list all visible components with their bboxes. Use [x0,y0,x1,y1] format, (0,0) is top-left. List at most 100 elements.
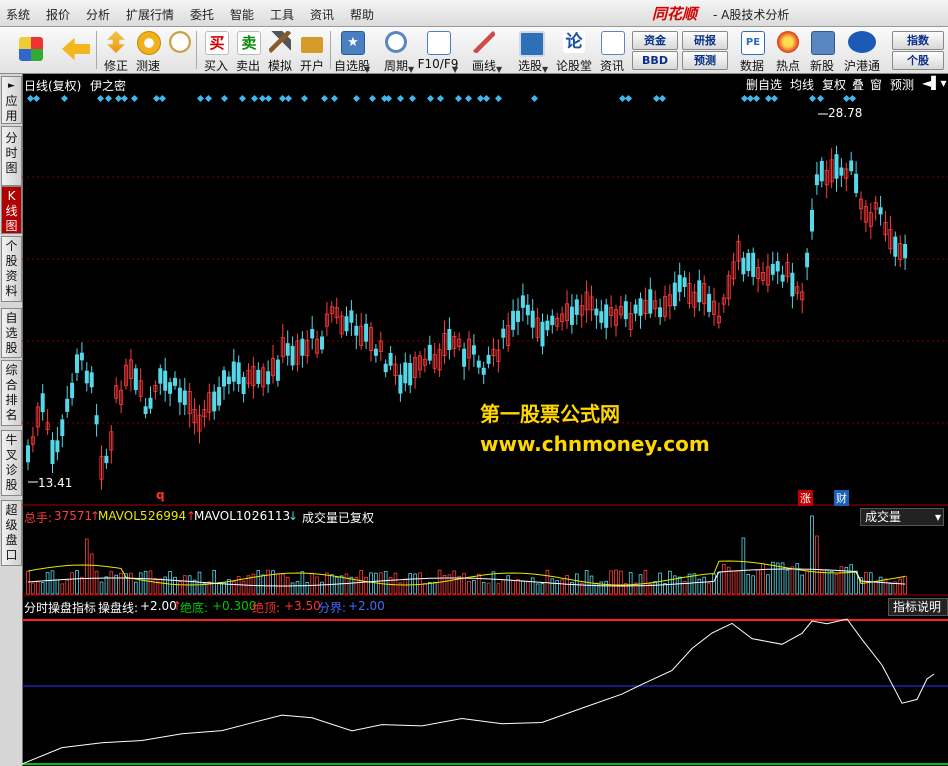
research-button[interactable]: 研报 [682,31,728,50]
signal-diamond [436,94,445,103]
candle-body [462,348,467,367]
finance-marker[interactable]: 财 [834,490,849,506]
menu-extended[interactable]: 扩展行情 [126,6,174,23]
index-button[interactable]: 指数 [892,31,944,50]
candle-body [221,370,226,387]
candle-body [530,310,535,328]
menu-quote[interactable]: 报价 [46,6,70,23]
news-button[interactable]: 资讯 [596,29,628,73]
candle-body [486,354,491,364]
menu-smart[interactable]: 智能 [230,6,254,23]
menu-news[interactable]: 资讯 [310,6,334,23]
menu-analysis[interactable]: 分析 [86,6,110,23]
menu-system[interactable]: 系统 [6,6,30,23]
chevron-down-icon[interactable]: ▼ [496,65,502,74]
window-button[interactable]: 窗 [870,76,882,93]
candle-body [241,376,246,395]
signal-diamond [96,94,105,103]
layout-button[interactable] [14,29,46,71]
chevron-down-icon[interactable]: ▼ [542,65,548,74]
stock-button[interactable]: 个股 [892,51,944,70]
sidebar-tab-intraday[interactable]: 分时图 [1,126,22,186]
window-title: - A股技术分析 [713,8,790,22]
volume-bar [873,581,878,595]
chart-area[interactable]: 日线(复权) 伊之密 删自选 均线 复权 叠 窗 预测 ◄▌▾ 28.78 13… [22,74,948,766]
sidebar-tab-apps[interactable]: ► 应用 [1,76,22,124]
candle-body [300,338,305,356]
sidebar-tab-diagnosis[interactable]: 牛叉诊股 [1,430,22,496]
fund-flow-button[interactable]: 资金 [632,31,678,50]
candle-body [638,298,643,316]
volume-bar [609,570,613,595]
volume-bar [55,579,60,595]
overlay-button[interactable]: 叠 [852,76,864,93]
signal-diamond [120,94,129,103]
volume-bar [413,573,417,595]
rise-marker[interactable]: 涨 [798,490,813,506]
open-account-button[interactable]: 开户 [296,29,328,73]
chevron-down-icon[interactable]: ▼ [408,65,414,74]
volume-bar [535,583,540,595]
candle-body [388,352,393,366]
remove-watchlist-button[interactable]: 删自选 [746,76,782,93]
candle-body [60,419,65,437]
volume-bar [594,582,599,595]
sidebar-tab-watchlist[interactable]: 自选股 [1,308,22,358]
volume-bar [305,582,310,595]
chevron-down-icon[interactable]: ▼ [452,65,458,74]
sidebar-tab-orderbook[interactable]: 超级盘口 [1,500,22,566]
volume-bar [89,553,94,595]
mavol5-value: 26994 [148,509,187,523]
star-icon: ★ [341,31,365,55]
candle-body [903,244,908,259]
signal-diamond [530,94,539,103]
indicator-help-button[interactable]: 指标说明 [888,598,948,616]
sidebar-tab-kline[interactable]: K线图 [1,186,22,234]
volume-bar [339,575,344,595]
candle-body [275,359,280,381]
volume-bar [775,562,780,595]
signal-diamond [808,94,817,103]
bbd-button[interactable]: BBD [632,51,678,70]
back-button[interactable] [58,29,90,71]
forum-button[interactable]: 论 论股堂 [556,29,592,73]
menu-tools[interactable]: 工具 [270,6,294,23]
sidebar-tab-ranking[interactable]: 综合排名 [1,360,22,426]
volume-bar [60,583,65,595]
volume-bar [158,578,163,595]
expand-icon[interactable]: ◄▌▾ [922,76,946,90]
data-button[interactable]: PE 数据 [736,29,768,73]
moving-average-button[interactable]: 均线 [790,76,814,93]
candle-body [182,390,187,405]
adjusted-button[interactable]: 复权 [822,76,846,93]
candle-body [481,367,486,375]
candle-body [290,345,295,366]
speed-test-button[interactable]: 测速 [132,29,164,73]
chevron-down-icon[interactable]: ▼ [364,65,370,74]
volume-bar [761,563,765,595]
volume-bar [795,563,800,595]
new-stock-button[interactable]: 新股 [806,29,838,73]
f10-button[interactable]: F10/F9 [418,29,458,71]
predict-button[interactable]: 预测 [890,76,914,93]
sidebar-tab-profile[interactable]: 个股资料 [1,236,22,302]
hk-connect-button[interactable]: 沪港通 [844,29,880,73]
volume-bar [320,581,324,595]
menu-order[interactable]: 委托 [190,6,214,23]
indicator-selector[interactable]: 成交量 ▾ [860,508,944,526]
volume-bar [35,581,40,595]
signal-diamond [130,94,139,103]
candle-body [285,343,290,356]
news-icon [601,31,625,55]
candle-body [775,261,780,272]
buy-icon: 买 [205,31,229,55]
volume-bar [427,581,432,595]
clock-button[interactable] [164,29,196,71]
volume-bar [810,515,814,595]
volume-bar [496,583,501,595]
menu-help[interactable]: 帮助 [350,6,374,23]
volume-bar [99,581,104,595]
volume-bar [849,564,853,595]
forecast-button[interactable]: 预测 [682,51,728,70]
candle-body [501,328,506,338]
